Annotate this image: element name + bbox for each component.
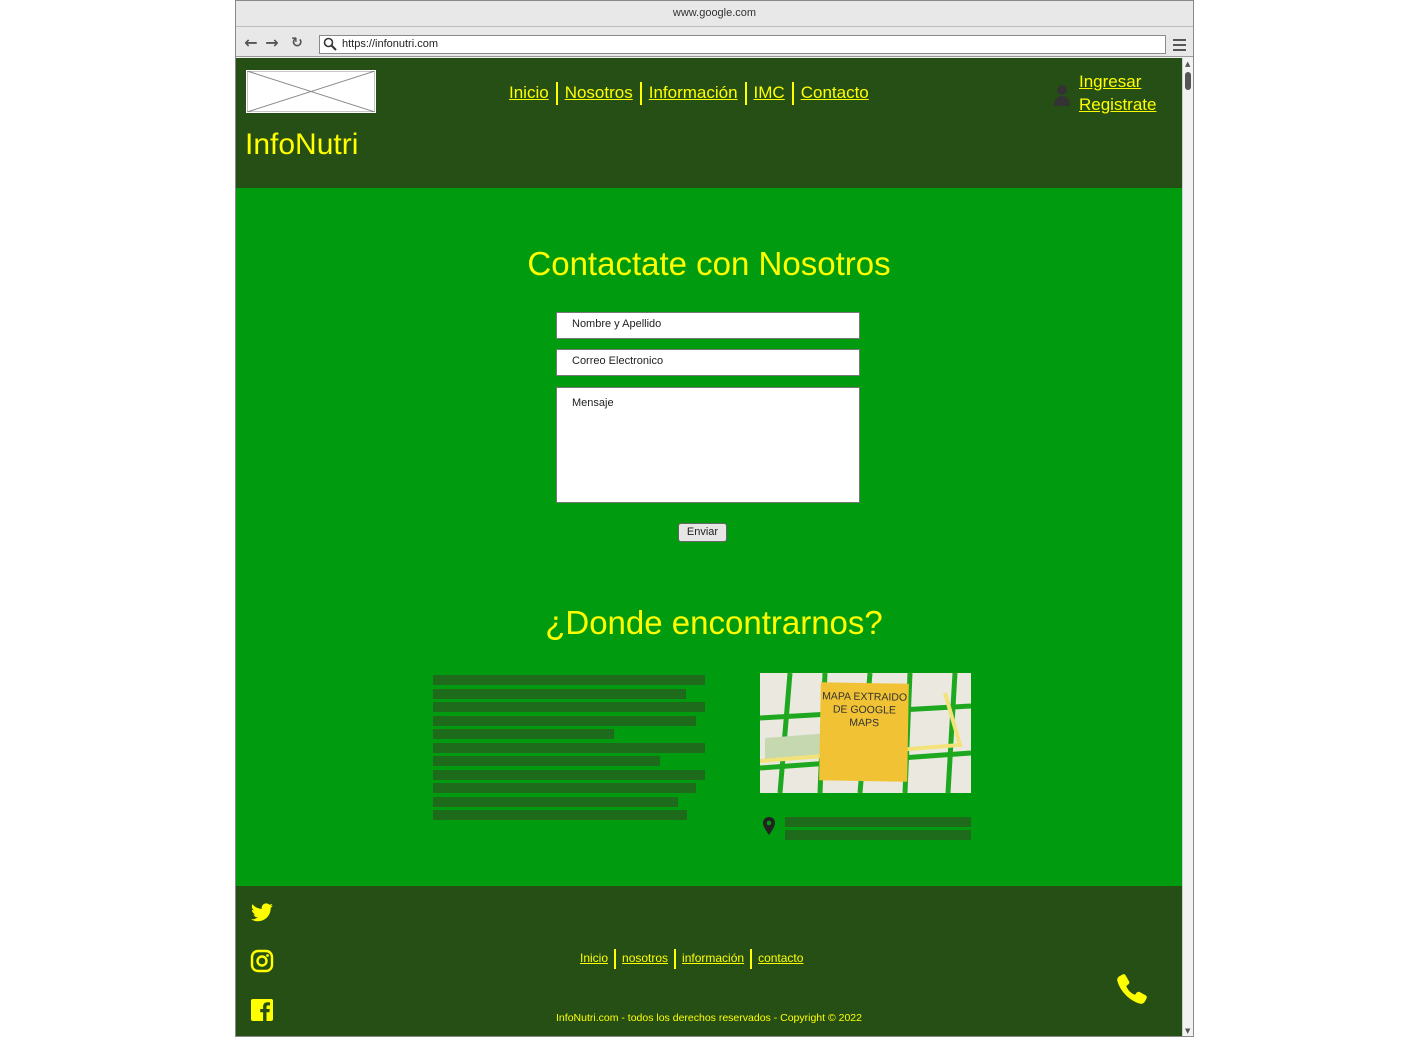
scroll-down-arrow-icon[interactable]: ▼	[1185, 1027, 1190, 1035]
nav-link-imc[interactable]: IMC	[754, 83, 785, 102]
scroll-up-arrow-icon[interactable]: ▲	[1185, 60, 1190, 68]
name-input[interactable]: Nombre y Apellido	[556, 312, 860, 339]
location-title: ¿Donde encontrarnos?	[545, 604, 883, 641]
window-title: www.google.com	[236, 1, 1193, 27]
message-textarea[interactable]: Mensaje	[556, 387, 860, 503]
main-nav: Inicio Nosotros Información IMC Contacto	[509, 82, 869, 105]
nav-link-contacto[interactable]: Contacto	[801, 83, 869, 102]
search-icon	[323, 37, 337, 51]
footer-link-contacto[interactable]: contacto	[758, 951, 803, 965]
logo-placeholder-image	[246, 70, 376, 113]
nav-separator	[744, 82, 747, 105]
address-bar[interactable]: https://infonutri.com	[319, 35, 1166, 54]
map-sticky-note: MAPA EXTRAIDO DE GOOGLE MAPS	[819, 682, 909, 782]
browser-window: www.google.com ← → ↻ https://infonutri.c…	[235, 0, 1194, 1037]
nav-separator	[674, 949, 677, 969]
forward-arrow-icon[interactable]: →	[264, 35, 280, 51]
footer-nav: Inicio nosotros información contacto	[580, 949, 803, 969]
send-button[interactable]: Enviar	[678, 523, 727, 542]
email-input[interactable]: Correo Electronico	[556, 349, 860, 376]
nav-separator	[555, 82, 558, 105]
footer-link-nosotros[interactable]: nosotros	[622, 951, 668, 965]
browser-toolbar: ← → ↻ https://infonutri.com	[236, 27, 1193, 57]
nav-link-nosotros[interactable]: Nosotros	[565, 83, 633, 102]
back-arrow-icon[interactable]: ←	[243, 35, 259, 51]
phone-icon[interactable]	[1115, 972, 1149, 1006]
nav-link-informacion[interactable]: Información	[649, 83, 738, 102]
site-footer: Inicio nosotros información contacto InfoNu…	[236, 886, 1182, 1036]
reload-icon[interactable]: ↻	[289, 35, 305, 51]
hamburger-menu-icon[interactable]	[1173, 39, 1186, 51]
address-text-placeholder	[785, 817, 971, 843]
contact-title: Contactate con Nosotros	[527, 245, 891, 282]
location-pin-icon	[763, 817, 775, 835]
nav-separator	[639, 82, 642, 105]
nav-separator	[791, 82, 794, 105]
scrollbar-thumb[interactable]	[1185, 72, 1191, 90]
footer-link-inicio[interactable]: Inicio	[580, 951, 608, 965]
twitter-icon[interactable]	[250, 901, 274, 925]
footer-link-informacion[interactable]: información	[682, 951, 744, 965]
nav-separator	[750, 949, 753, 969]
user-icon	[1054, 85, 1070, 106]
auth-links: Ingresar Registrate	[1079, 70, 1156, 116]
vertical-scrollbar[interactable]: ▲ ▼	[1182, 58, 1193, 1036]
site-header: InfoNutri Inicio Nosotros Información IMC Co…	[236, 58, 1182, 188]
nav-separator	[614, 949, 617, 969]
nav-link-inicio[interactable]: Inicio	[509, 83, 549, 102]
page-viewport: InfoNutri Inicio Nosotros Información IMC Co…	[236, 58, 1182, 1036]
location-text-placeholder	[433, 675, 705, 824]
url-text: https://infonutri.com	[342, 38, 438, 50]
login-link[interactable]: Ingresar	[1079, 70, 1156, 93]
brand-name: InfoNutri	[245, 128, 359, 161]
copyright-text: InfoNutri.com - todos los derechos reser…	[556, 1012, 862, 1024]
map-image[interactable]: MAPA EXTRAIDO DE GOOGLE MAPS	[760, 673, 971, 793]
instagram-icon[interactable]	[250, 949, 274, 973]
register-link[interactable]: Registrate	[1079, 93, 1156, 116]
